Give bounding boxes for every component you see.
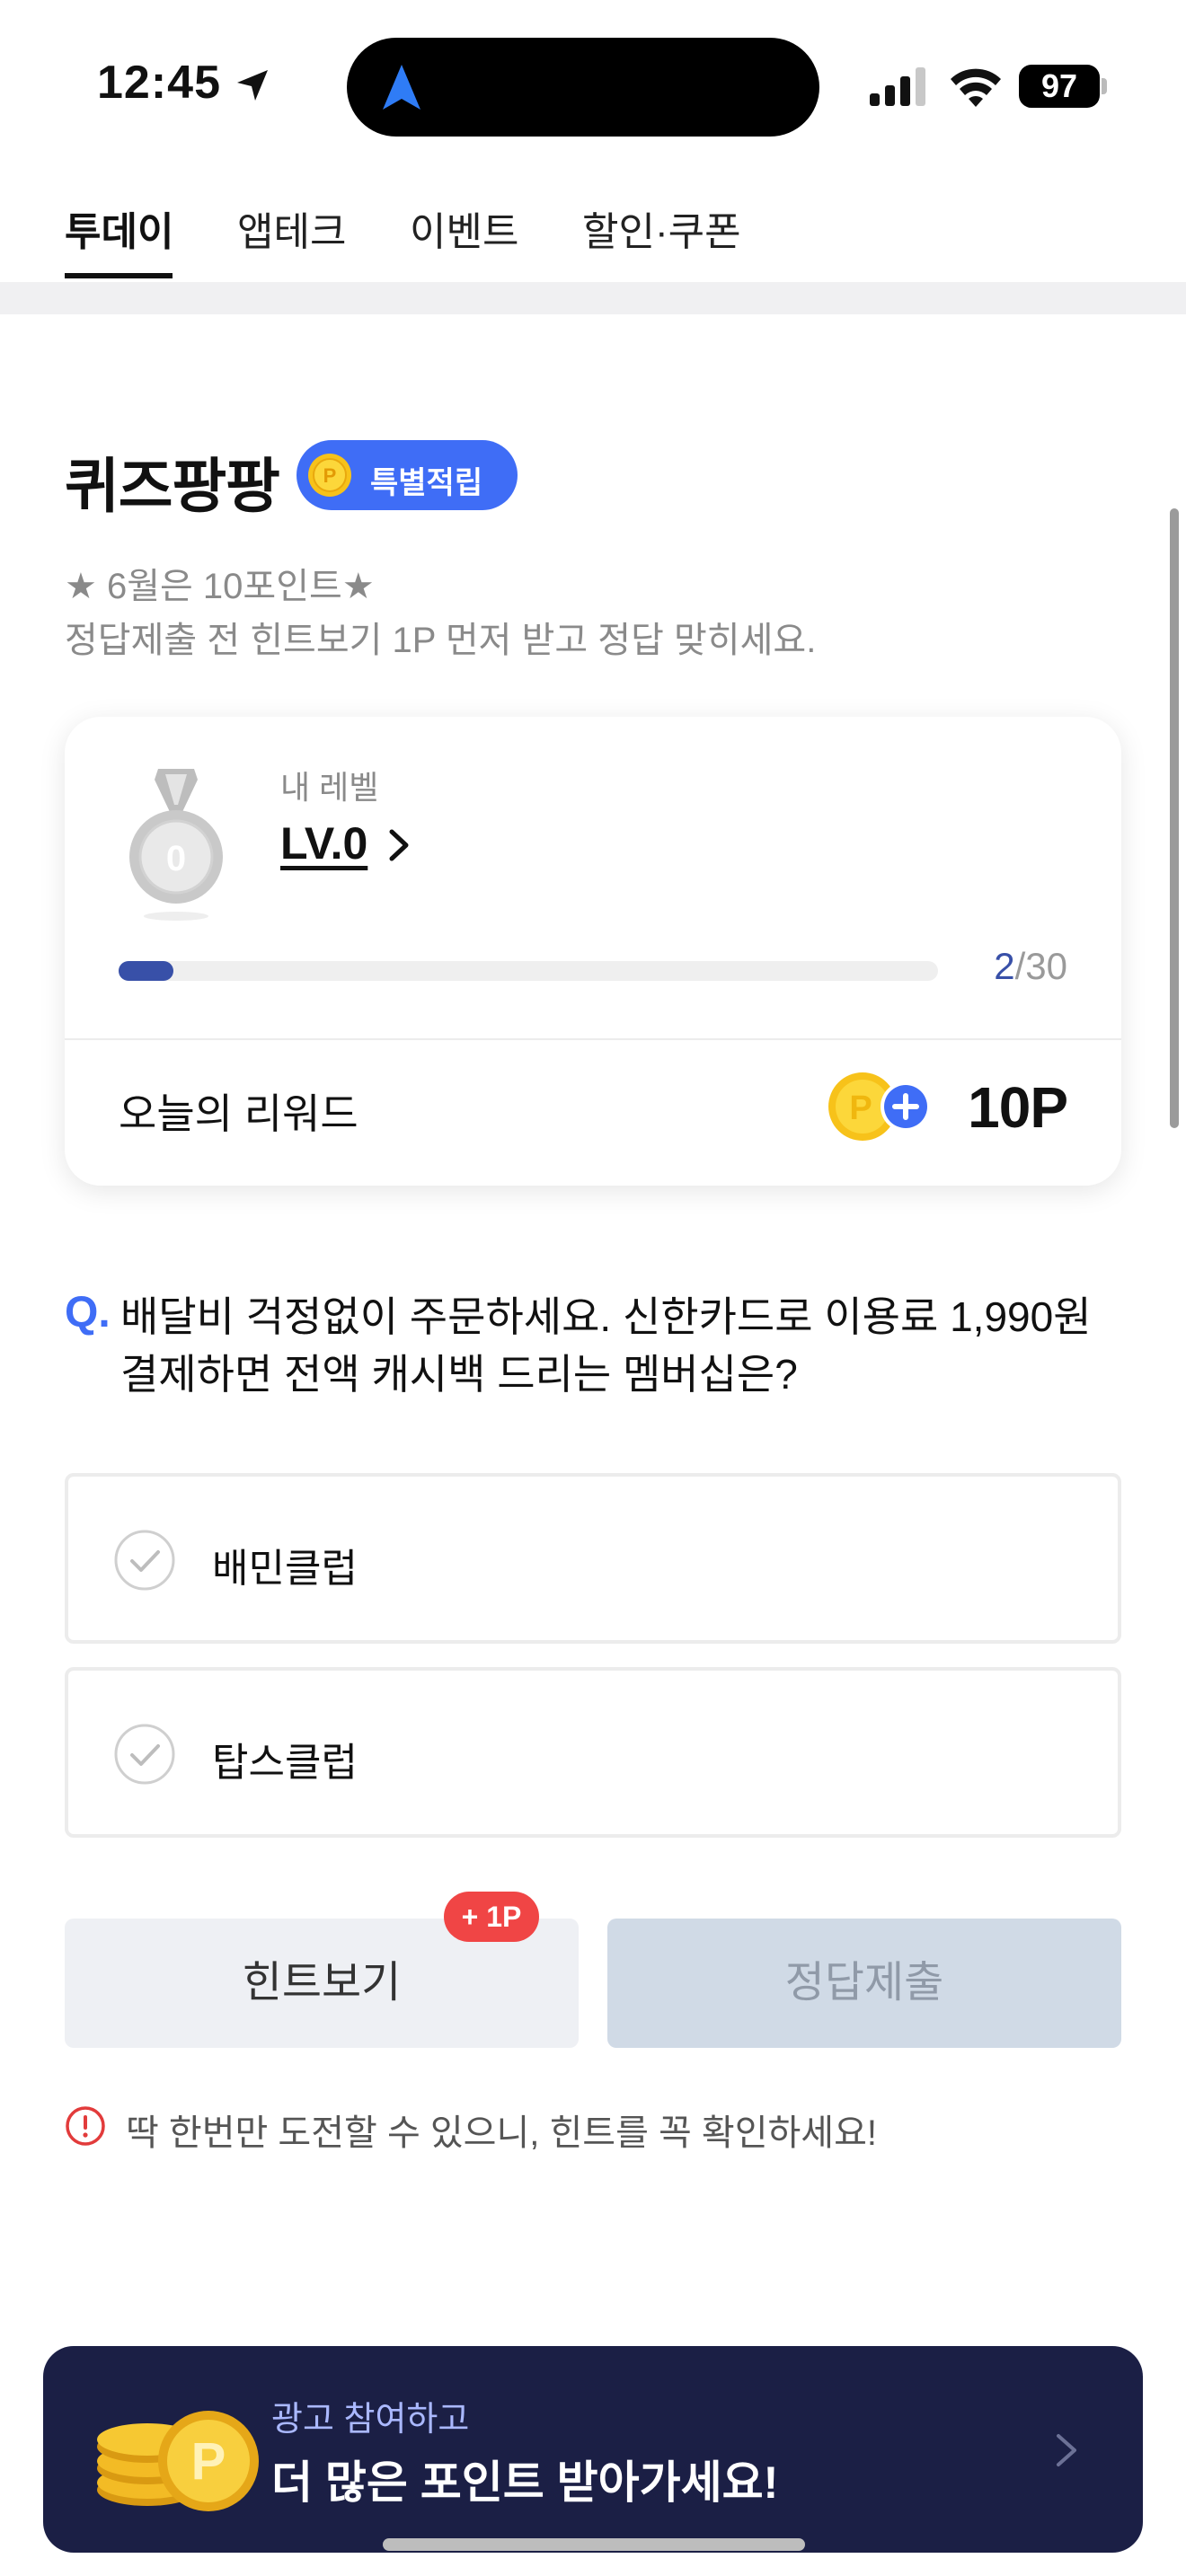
- progress-current: 2: [994, 945, 1015, 987]
- special-badge-label: 특별적립: [370, 466, 483, 500]
- location-arrow-icon: [237, 70, 268, 101]
- special-reward-badge: P 특별적립: [296, 440, 518, 510]
- wifi-icon: [951, 68, 1001, 107]
- check-circle-icon: [114, 1724, 175, 1785]
- answer-option-label: 배민클럽: [212, 1547, 358, 1591]
- svg-text:P: P: [849, 1090, 872, 1127]
- navigation-icon: [383, 65, 420, 110]
- tab-event[interactable]: 이벤트: [410, 199, 518, 257]
- reward-coin-plus-icon: P: [828, 1072, 931, 1141]
- page-title: 퀴즈팡팡: [65, 453, 280, 519]
- answer-option-2[interactable]: 탑스클럽: [65, 1667, 1121, 1838]
- status-bar: 12:45 97: [0, 0, 1186, 171]
- tab-apptech[interactable]: 앱테크: [237, 199, 346, 257]
- answer-option-label: 탑스클럽: [212, 1741, 358, 1785]
- level-progress-text: 2/30: [994, 945, 1067, 988]
- my-level-label: 내 레벨: [280, 769, 379, 806]
- top-tab-bar: 투데이 앱테크 이벤트 할인·쿠폰: [0, 171, 1186, 282]
- point-coin-icon: P: [308, 454, 351, 497]
- submit-answer-button[interactable]: 정답제출: [607, 1919, 1121, 2048]
- ad-title: 더 많은 포인트 받아가세요!: [271, 2457, 779, 2508]
- chevron-right-icon: [1057, 2434, 1076, 2466]
- notice-line-2: 정답제출 전 힌트보기 1P 먼저 받고 정답 맞히세요.: [65, 621, 817, 660]
- warning-icon: [66, 2106, 105, 2146]
- question-mark: Q.: [65, 1289, 111, 1337]
- today-reward-label: 오늘의 리워드: [119, 1090, 358, 1137]
- app-screen: 12:45 97 투데이 앱테크 이벤트 할인·쿠폰 퀴즈팡팡 P 특별적립 ★…: [0, 0, 1186, 2576]
- section-divider: [0, 282, 1186, 314]
- question-text: 배달비 걱정없이 주문하세요. 신한카드로 이용료 1,990원 결제하면 전액…: [120, 1293, 1092, 1398]
- status-time: 12:45: [97, 57, 221, 109]
- tab-discount-coupon[interactable]: 할인·쿠폰: [582, 199, 741, 257]
- answer-option-1[interactable]: 배민클럽: [65, 1473, 1121, 1644]
- svg-text:P: P: [191, 2432, 226, 2491]
- notice-line-1: ★ 6월은 10포인트★: [65, 567, 375, 606]
- coin-stack-icon: P: [97, 2411, 259, 2511]
- scrollbar[interactable]: [1170, 508, 1179, 1128]
- medal-number: 0: [166, 839, 186, 878]
- silver-medal-icon: 0: [129, 769, 223, 921]
- level-card: 0 내 레벨 LV.0 2/30 오늘의 리워드 P 10P: [65, 717, 1121, 1186]
- ad-subtitle: 광고 참여하고: [271, 2401, 470, 2439]
- battery-indicator: 97: [1019, 65, 1109, 108]
- level-link[interactable]: LV.0: [280, 817, 367, 869]
- tab-today[interactable]: 투데이: [65, 199, 173, 257]
- svg-text:P: P: [323, 464, 337, 487]
- warning-text: 딱 한번만 도전할 수 있으니, 힌트를 꼭 확인하세요!: [126, 2113, 878, 2153]
- chevron-right-icon[interactable]: [381, 825, 417, 866]
- level-progress-bar: [119, 961, 938, 981]
- today-reward-value: 10P: [968, 1075, 1068, 1140]
- ad-banner[interactable]: P 광고 참여하고 더 많은 포인트 받아가세요!: [43, 2346, 1143, 2553]
- battery-tip: [1102, 78, 1107, 94]
- signal-icon: [870, 67, 925, 106]
- active-tab-indicator: [65, 273, 173, 278]
- check-circle-icon: [114, 1530, 175, 1591]
- battery-level: 97: [1019, 65, 1100, 108]
- dynamic-island: [347, 38, 819, 137]
- level-progress-fill: [119, 961, 173, 981]
- home-indicator[interactable]: [383, 2538, 805, 2551]
- hint-bonus-badge: + 1P: [444, 1892, 539, 1942]
- card-divider: [65, 1038, 1121, 1040]
- progress-total: /30: [1014, 945, 1067, 987]
